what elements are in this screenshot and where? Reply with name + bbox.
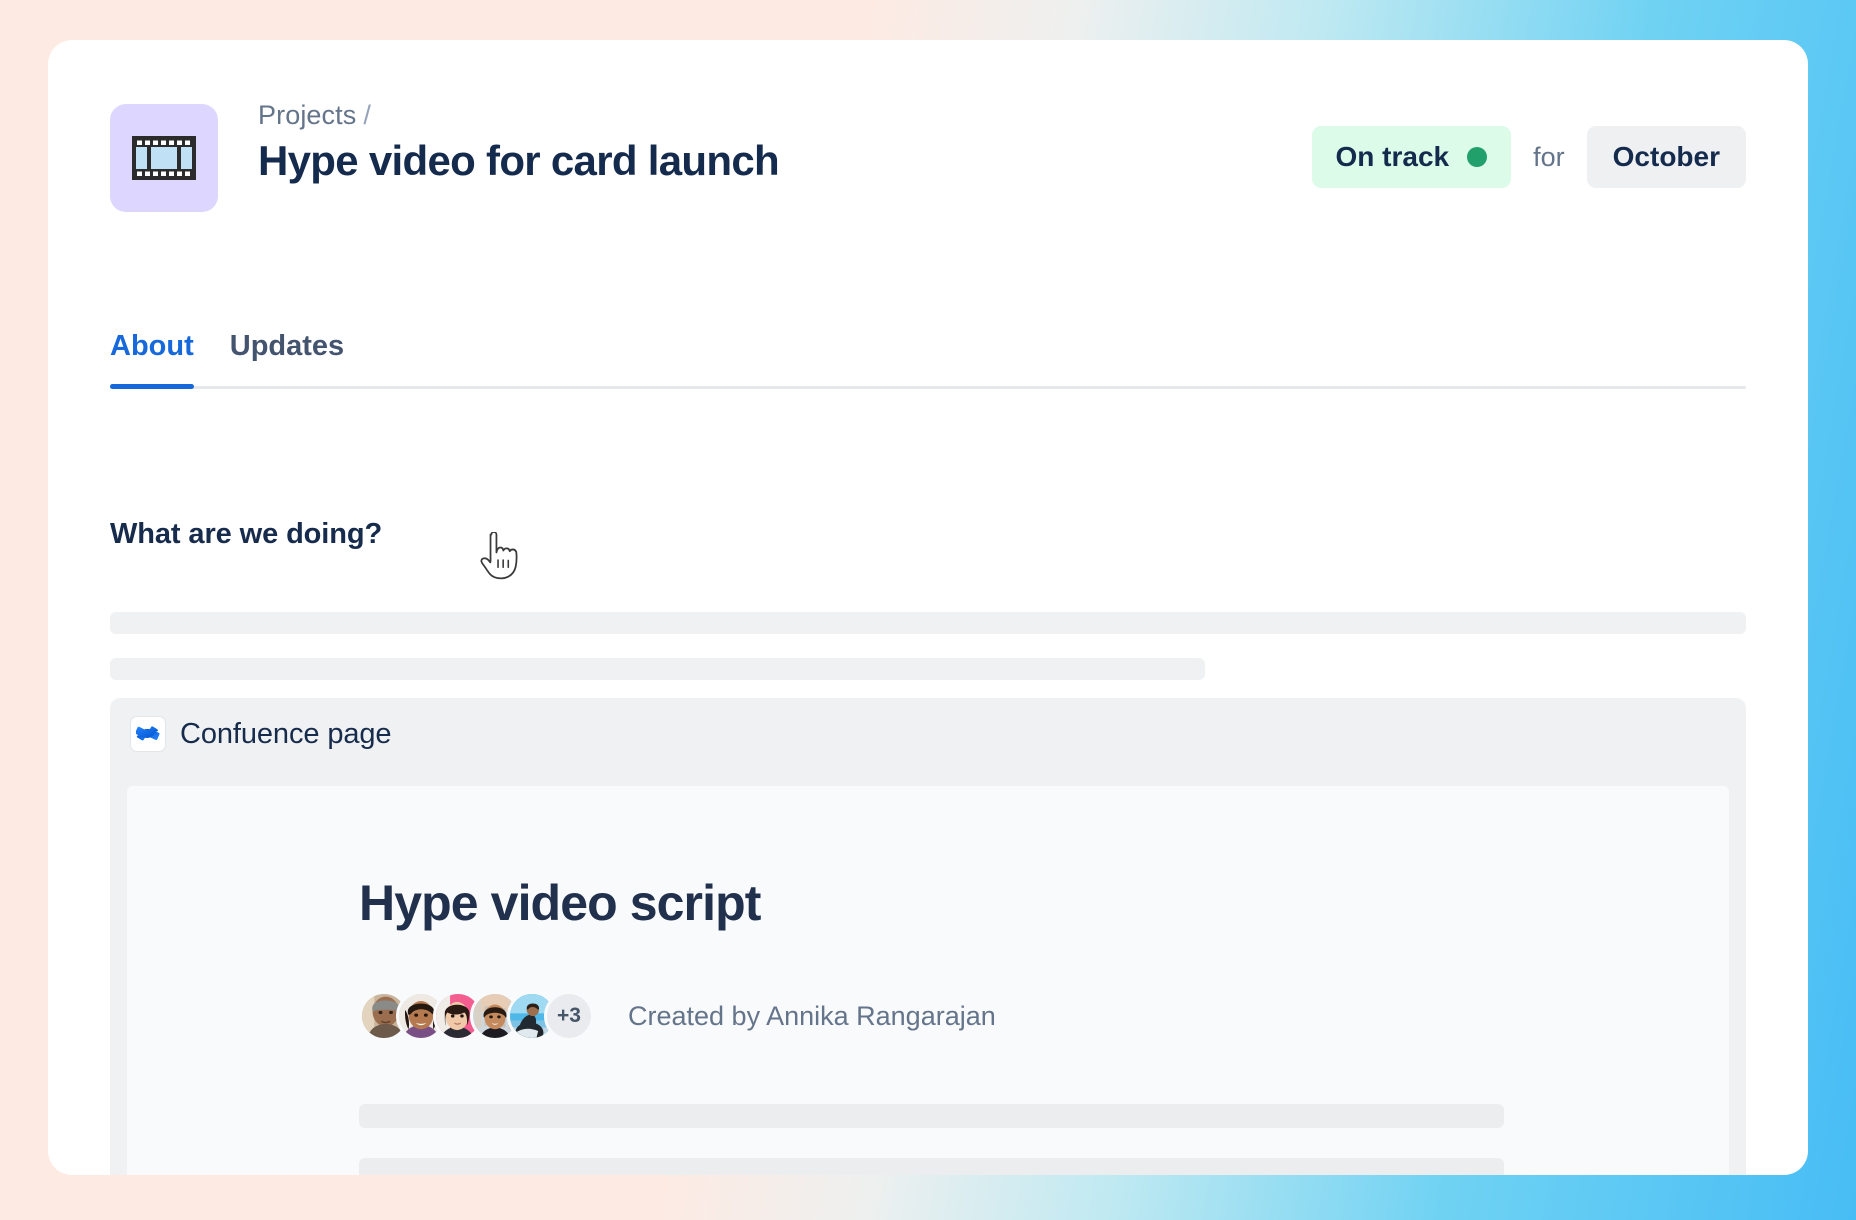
page-header: Projects / Hype video for card launch On … [110,100,1746,212]
tab-list: About Updates [110,330,1746,389]
status-dot-icon [1467,147,1488,167]
tab-bar: About Updates [110,330,1746,389]
period-label: October [1612,141,1720,172]
status-for-label: for [1533,141,1565,172]
embed-body: Hype video script +3 Created by Annika R… [127,786,1729,1175]
avatar-overflow-count[interactable]: +3 [544,991,594,1041]
created-by-label: Created by Annika Rangarajan [628,1000,996,1031]
title-block: Projects / Hype video for card launch [258,100,780,185]
status-row: On track for October [1311,126,1746,188]
tab-about-label: About [110,330,194,362]
tab-about[interactable]: About [110,330,212,389]
section-heading: What are we doing? [110,518,383,550]
app-card: Projects / Hype video for card launch On … [48,40,1808,1175]
placeholder-line [359,1158,1504,1175]
project-icon [110,104,218,212]
pointing-hand-cursor [480,532,518,580]
status-badge-label: On track [1335,141,1450,172]
confluence-embed-card[interactable]: Confuence page Hype video script +3 Crea… [110,698,1746,1175]
document-meta-row: +3 Created by Annika Rangarajan [359,991,996,1041]
avatar-overflow-label: +3 [557,1004,581,1027]
avatar-stack[interactable]: +3 [359,991,594,1041]
status-badge[interactable]: On track [1311,126,1512,188]
page-title: Hype video for card launch [258,137,780,184]
confluence-icon [130,716,166,752]
film-strip-icon [132,136,196,180]
tab-updates[interactable]: Updates [212,330,362,389]
breadcrumb: Projects / [258,100,779,131]
document-title: Hype video script [359,875,761,931]
confluence-logo-glyph [136,726,160,741]
breadcrumb-separator: / [363,100,371,130]
period-selector[interactable]: October [1586,126,1746,188]
placeholder-line [110,658,1205,680]
placeholder-line [110,612,1746,634]
embed-source-label: Confuence page [180,717,392,750]
tab-updates-label: Updates [229,330,345,362]
embed-header: Confuence page [110,698,1746,768]
breadcrumb-projects-link[interactable]: Projects [258,100,356,130]
placeholder-line [359,1104,1504,1128]
